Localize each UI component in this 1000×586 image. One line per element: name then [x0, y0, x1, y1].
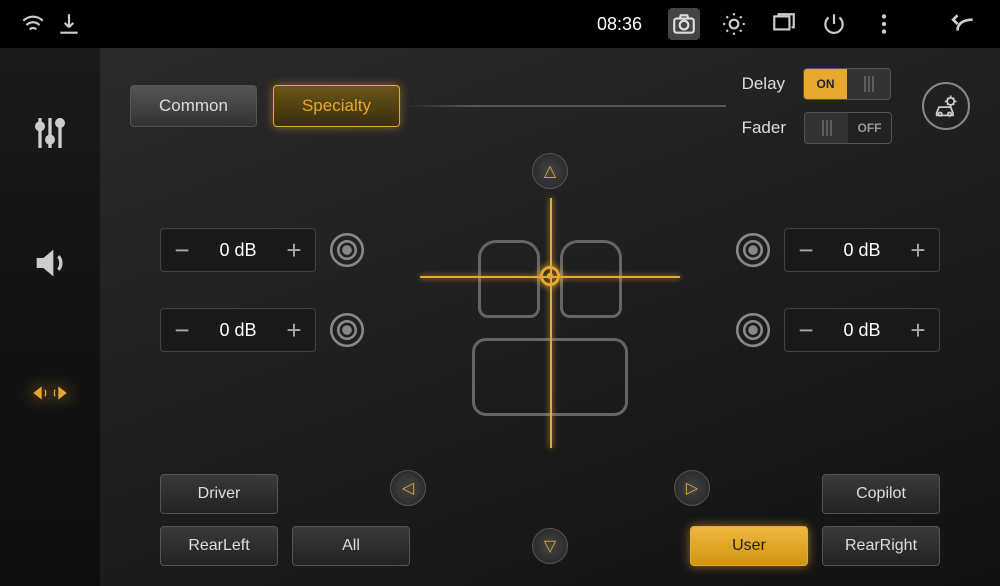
content-panel: Common Specialty Delay ON Fader	[100, 48, 1000, 586]
sidebar-volume[interactable]	[25, 238, 75, 288]
arrow-up[interactable]: △	[532, 153, 568, 189]
speaker-icon	[732, 229, 774, 271]
status-bar: 08:36	[0, 0, 1000, 48]
status-left	[20, 11, 82, 37]
fader-toggle[interactable]: OFF	[804, 112, 892, 144]
power-icon[interactable]	[818, 8, 850, 40]
preset-rearleft[interactable]: RearLeft	[160, 526, 278, 566]
crosshair-v	[550, 198, 552, 448]
fr-plus[interactable]: +	[897, 229, 939, 271]
preset-copilot[interactable]: Copilot	[822, 474, 940, 514]
fl-minus[interactable]: −	[161, 229, 203, 271]
rr-minus[interactable]: −	[785, 309, 827, 351]
rl-plus[interactable]: +	[273, 309, 315, 351]
preset-driver[interactable]: Driver	[160, 474, 278, 514]
divider	[406, 105, 726, 107]
tab-specialty[interactable]: Specialty	[273, 85, 400, 127]
fr-minus[interactable]: −	[785, 229, 827, 271]
fr-value: 0 dB	[827, 240, 897, 261]
seat-diagram[interactable]	[430, 198, 670, 438]
speaker-icon	[326, 229, 368, 271]
fader-label: Fader	[742, 118, 786, 138]
delay-label: Delay	[742, 74, 785, 94]
back-icon[interactable]	[948, 8, 980, 40]
speaker-rr: −0 dB+	[732, 308, 940, 352]
windows-icon[interactable]	[768, 8, 800, 40]
sidebar	[0, 48, 100, 586]
rr-plus[interactable]: +	[897, 309, 939, 351]
camera-icon[interactable]	[668, 8, 700, 40]
rr-value: 0 dB	[827, 320, 897, 341]
speaker-icon	[326, 309, 368, 351]
menu-dots-icon[interactable]	[868, 8, 900, 40]
status-time: 08:36	[597, 14, 642, 35]
sidebar-balance[interactable]	[25, 368, 75, 418]
fl-value: 0 dB	[203, 240, 273, 261]
car-settings-button[interactable]	[922, 82, 970, 130]
preset-all[interactable]: All	[292, 526, 410, 566]
delay-toggle[interactable]: ON	[803, 68, 891, 100]
wifi-icon	[20, 11, 46, 37]
tab-common[interactable]: Common	[130, 85, 257, 127]
speaker-fl: −0 dB+	[160, 228, 368, 272]
sidebar-equalizer[interactable]	[25, 108, 75, 158]
preset-row: Driver RearLeft All Copilot User RearRig…	[160, 474, 940, 566]
seat-fr	[560, 240, 622, 318]
speaker-rl: −0 dB+	[160, 308, 368, 352]
crosshair-center[interactable]	[540, 266, 560, 286]
speaker-icon	[732, 309, 774, 351]
rl-value: 0 dB	[203, 320, 273, 341]
brightness-icon[interactable]	[718, 8, 750, 40]
download-icon	[56, 11, 82, 37]
fl-plus[interactable]: +	[273, 229, 315, 271]
seat-fl	[478, 240, 540, 318]
rl-minus[interactable]: −	[161, 309, 203, 351]
preset-user[interactable]: User	[690, 526, 808, 566]
preset-rearright[interactable]: RearRight	[822, 526, 940, 566]
speaker-fr: −0 dB+	[732, 228, 940, 272]
